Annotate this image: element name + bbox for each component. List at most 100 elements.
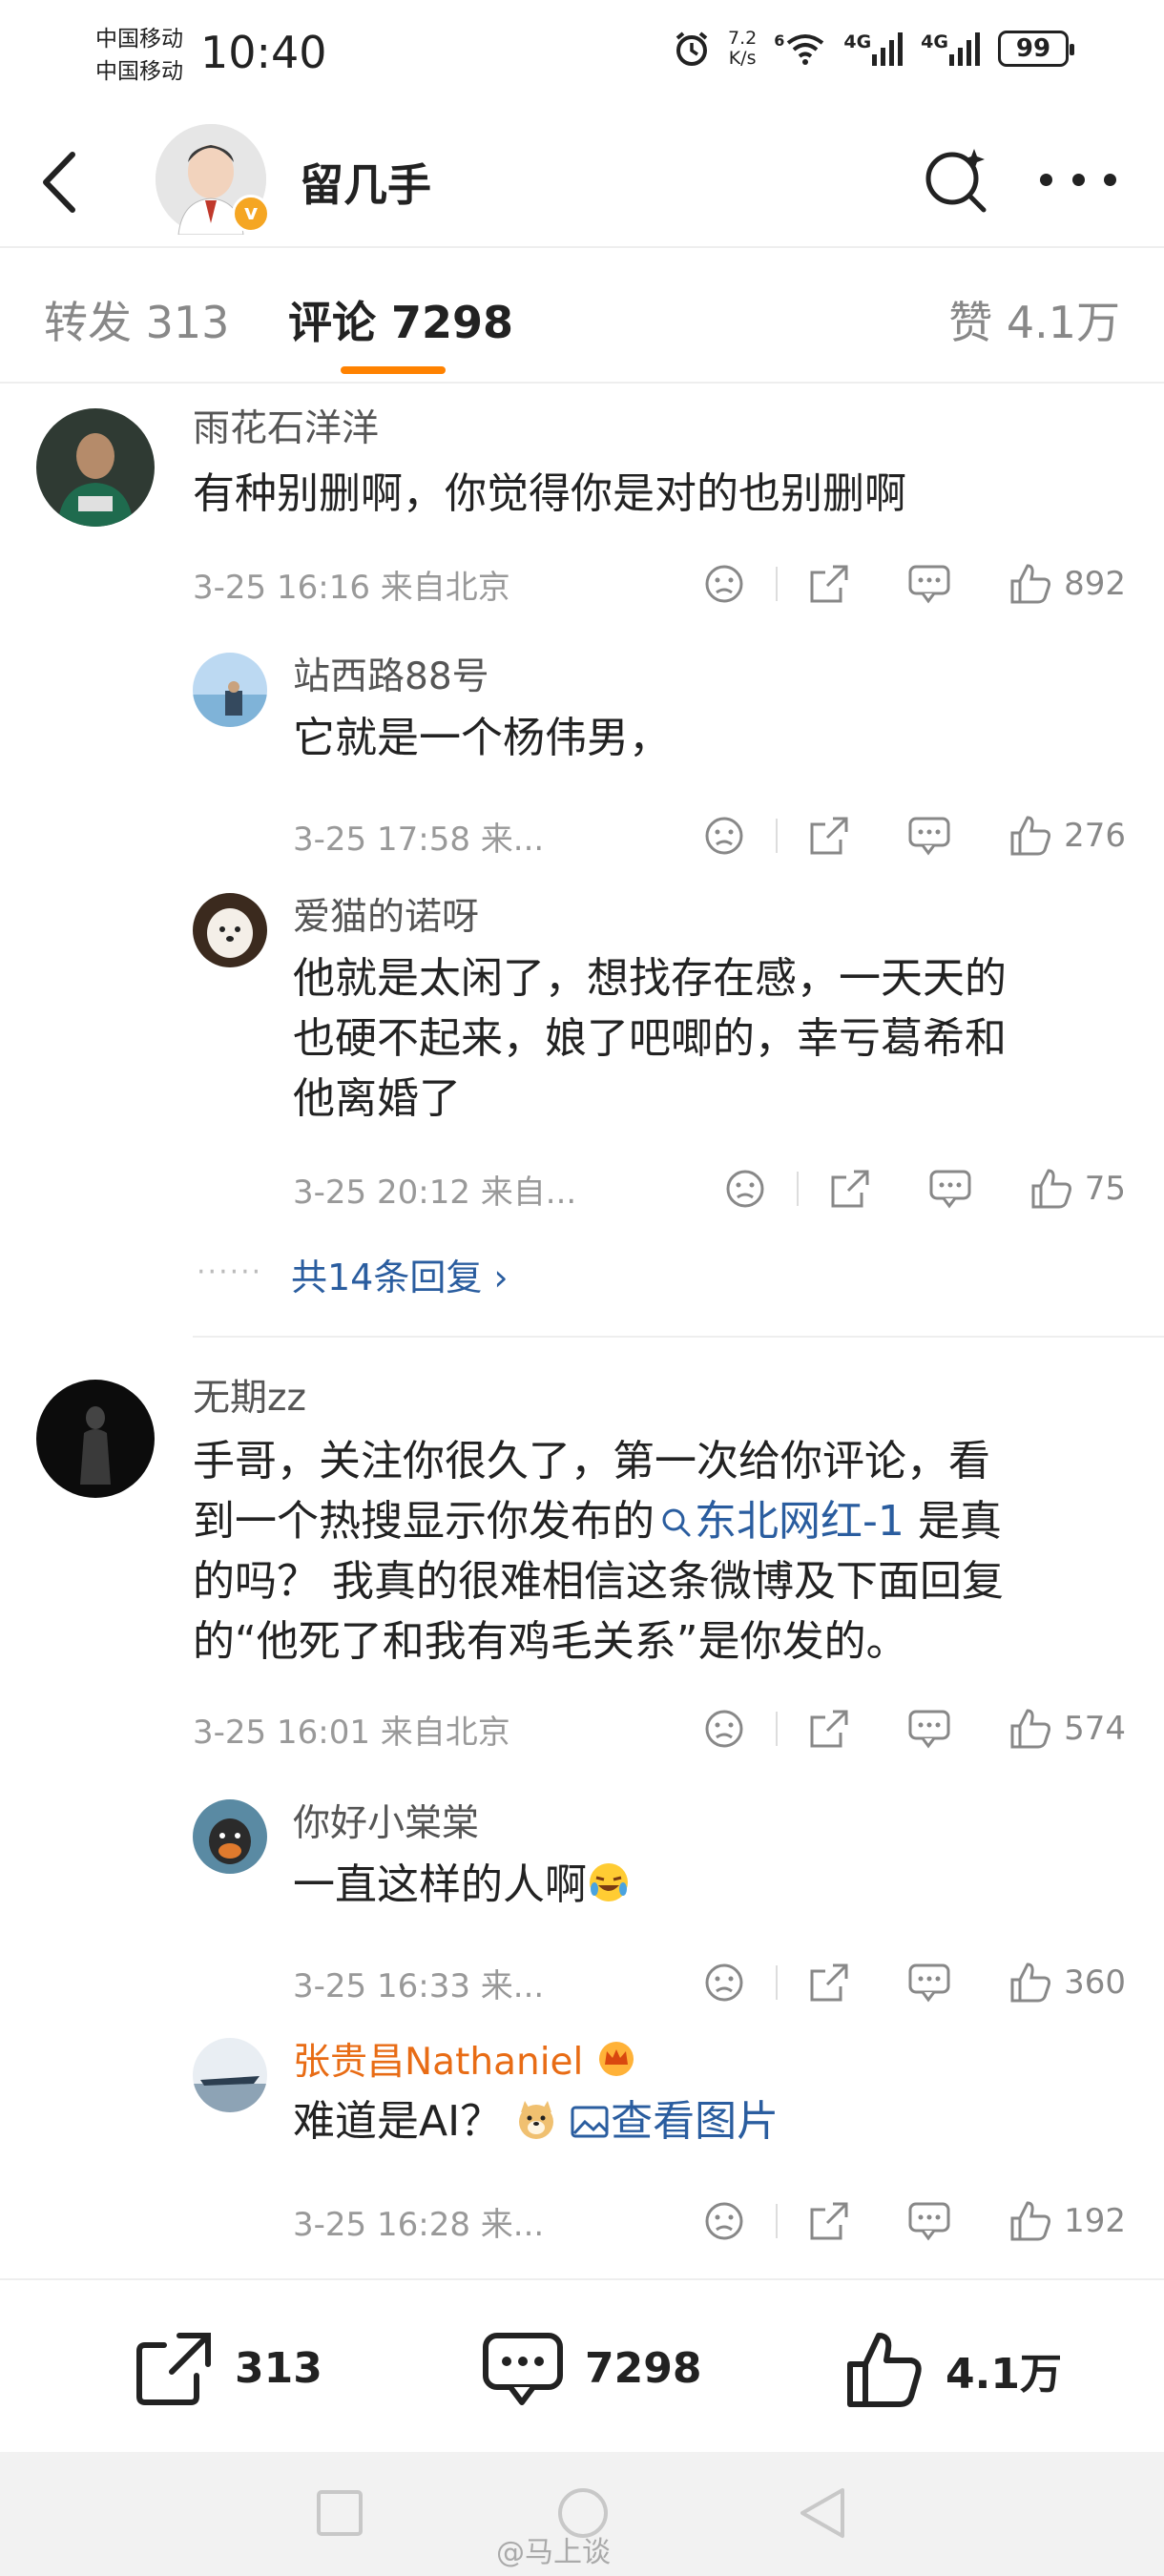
reply-actions: 276 <box>703 807 1126 864</box>
like-count: 892 <box>1064 565 1126 603</box>
dislike-button[interactable] <box>724 1168 766 1210</box>
reply-text-line: 他离婚了 <box>293 1074 461 1123</box>
reply-avatar[interactable] <box>193 653 267 727</box>
tab-repost[interactable]: 转发 313 <box>44 288 229 351</box>
dislike-button[interactable] <box>703 815 745 857</box>
reply-name[interactable]: 张贵昌Nathaniel <box>293 2032 637 2086</box>
search-button[interactable] <box>921 145 993 218</box>
like-button[interactable]: 75 <box>1029 1167 1126 1211</box>
chevron-left-icon <box>43 152 75 213</box>
divider <box>776 819 779 853</box>
tab-comment[interactable]: 评论 7298 <box>288 288 513 351</box>
reply-text-content: 一直这样的人啊 <box>293 1860 587 1909</box>
comment-icon <box>908 1710 950 1749</box>
thumbs-up-icon <box>1010 1963 1051 2003</box>
reply-button[interactable] <box>928 1168 972 1210</box>
vip-name: 张贵昌Nathaniel <box>293 2041 584 2084</box>
reply-button[interactable] <box>907 563 951 605</box>
hot-topic-link[interactable]: 东北网红-1 <box>655 1497 904 1546</box>
divider <box>776 1965 779 2000</box>
carrier-1: 中国移动 <box>95 27 183 52</box>
frown-icon <box>705 565 743 603</box>
laugh-cry-emoji-icon <box>590 1863 628 1901</box>
recents-button[interactable] <box>315 2488 364 2538</box>
thumbs-up-icon <box>1010 1709 1051 1749</box>
share-button[interactable] <box>808 1708 850 1750</box>
dislike-button[interactable] <box>703 1708 745 1750</box>
like-button[interactable]: 360 <box>1008 1961 1126 2005</box>
view-image-link[interactable]: 查看图片 <box>571 2097 779 2146</box>
back-nav-button[interactable] <box>797 2486 848 2540</box>
reply-button[interactable] <box>907 1708 951 1750</box>
clock: 10:40 <box>200 27 327 78</box>
reply-button[interactable] <box>907 2200 951 2242</box>
wifi-icon: 6 <box>774 31 826 66</box>
more-replies-dots: ······ <box>197 1256 263 1289</box>
signal-icon-1: 4G <box>843 31 904 66</box>
comment-text-line: 到一个热搜显示你发布的 东北网红-1 是真 <box>193 1491 1002 1551</box>
reply-button[interactable] <box>907 815 951 857</box>
reply-avatar-image <box>193 2038 267 2112</box>
share-icon <box>810 565 848 603</box>
like-button[interactable]: 574 <box>1008 1707 1126 1751</box>
commenter-name[interactable]: 雨花石洋洋 <box>193 399 379 452</box>
comment-button[interactable]: 7298 <box>482 2330 701 2406</box>
like-button[interactable]: 192 <box>1008 2199 1126 2243</box>
share-button[interactable] <box>808 2200 850 2242</box>
frown-icon <box>705 817 743 855</box>
share-icon <box>831 1170 869 1208</box>
reply-name[interactable]: 站西路88号 <box>293 647 489 700</box>
repost-count: 313 <box>235 2343 322 2393</box>
back-button[interactable] <box>34 149 92 216</box>
share-button[interactable] <box>808 563 850 605</box>
doge-emoji-icon <box>519 2101 554 2139</box>
comment-count: 7298 <box>585 2343 702 2393</box>
dislike-button[interactable] <box>703 1962 745 2004</box>
like-count: 75 <box>1084 1170 1126 1208</box>
search-icon <box>925 149 987 213</box>
commenter-avatar[interactable] <box>36 408 155 527</box>
reply-name[interactable]: 爱猫的诺呀 <box>293 887 479 941</box>
like-post-button[interactable]: 4.1万 <box>844 2330 1062 2410</box>
author-avatar[interactable]: v <box>156 124 270 236</box>
dislike-button[interactable] <box>703 2200 745 2242</box>
frown-icon <box>705 1963 743 2002</box>
battery-indicator: 99 <box>998 31 1074 67</box>
reply-avatar[interactable] <box>193 893 267 967</box>
carrier-labels: 中国移动 中国移动 <box>95 23 183 88</box>
dot-icon <box>1071 173 1085 186</box>
comment-icon <box>908 1963 950 2003</box>
reply-button[interactable] <box>907 1962 951 2004</box>
reply-avatar[interactable] <box>193 1799 267 1874</box>
divider <box>776 2204 779 2238</box>
wifi-label: 6 <box>774 31 785 50</box>
reply-text: 它就是一个杨伟男， <box>293 714 671 762</box>
commenter-avatar[interactable] <box>36 1380 155 1498</box>
comment-text-segment: 到一个热搜显示你发布的 <box>193 1497 655 1546</box>
like-button[interactable]: 276 <box>1008 814 1126 858</box>
comment-meta: 3-25 16:16 来自北京 <box>193 569 510 607</box>
share-button[interactable] <box>829 1168 871 1210</box>
more-options-button[interactable] <box>1040 160 1116 198</box>
share-icon <box>810 2202 848 2240</box>
comment-text-segment: 是真 <box>917 1497 1002 1546</box>
tab-like[interactable]: 赞 4.1万 <box>948 288 1120 351</box>
comment-icon <box>929 1170 971 1209</box>
like-button[interactable]: 892 <box>1008 562 1126 606</box>
reply-avatar[interactable] <box>193 2038 267 2112</box>
like-count: 192 <box>1064 2202 1126 2240</box>
more-replies-link[interactable]: 共14条回复 › <box>291 1248 509 1300</box>
repost-button[interactable]: 313 <box>134 2330 322 2406</box>
author-name[interactable]: 留几手 <box>300 151 431 214</box>
bottom-action-bar: 313 7298 4.1万 <box>0 2278 1164 2452</box>
dislike-button[interactable] <box>703 563 745 605</box>
thumbs-up-icon <box>1010 564 1051 604</box>
share-button[interactable] <box>808 1962 850 2004</box>
divider <box>796 1172 799 1206</box>
share-button[interactable] <box>808 815 850 857</box>
status-icons: 7.2 K/s 6 4G 4G 99 <box>673 29 1074 69</box>
reply-name[interactable]: 你好小棠棠 <box>293 1794 479 1847</box>
commenter-name[interactable]: 无期zz <box>193 1368 306 1422</box>
verified-badge: v <box>232 195 270 233</box>
reply-actions: 75 <box>724 1160 1126 1217</box>
